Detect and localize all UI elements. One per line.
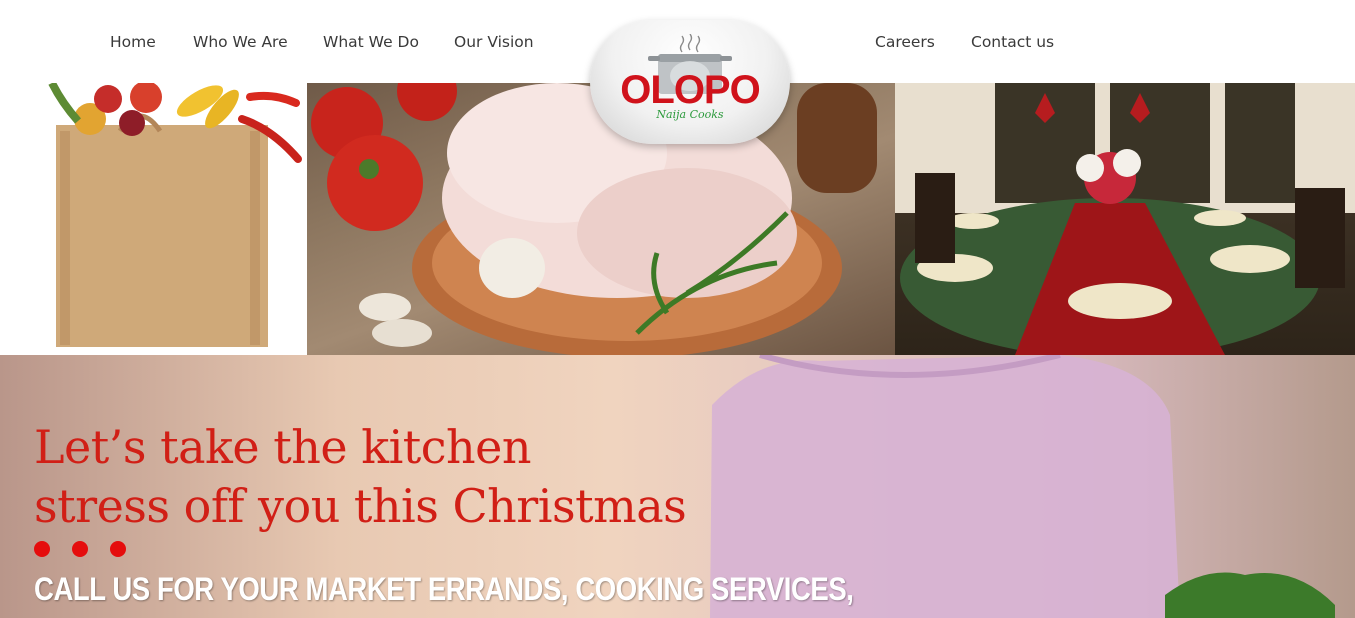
hero-subheadline: CALL US FOR YOUR MARKET ERRANDS, COOKING… — [34, 571, 854, 607]
nav-our-vision[interactable]: Our Vision — [454, 33, 534, 51]
dot-icon — [110, 541, 126, 557]
hero-headline-line-1: Let’s take the kitchen — [34, 420, 532, 474]
dining-table-illustration — [895, 83, 1355, 355]
dot-icon — [72, 541, 88, 557]
hero-banner: Let’s take the kitchen stress off you th… — [0, 355, 1355, 618]
nav-who-we-are[interactable]: Who We Are — [193, 33, 288, 51]
christmas-table-image — [895, 83, 1355, 355]
hero-headline-line-2: stress off you this Christmas — [34, 479, 687, 533]
nav-home[interactable]: Home — [110, 33, 156, 51]
raw-chicken-image — [307, 83, 895, 355]
dot-icon — [34, 541, 50, 557]
nav-what-we-do[interactable]: What We Do — [323, 33, 419, 51]
nav-contact-us[interactable]: Contact us — [971, 33, 1054, 51]
decorative-dots — [34, 541, 148, 557]
logo-tagline: Naija Cooks — [656, 108, 724, 121]
grocery-bag-illustration — [48, 81, 302, 347]
grocery-bag-image — [0, 81, 307, 355]
logo-wordmark: OLOPO — [620, 68, 760, 112]
nav-careers[interactable]: Careers — [875, 33, 935, 51]
olopo-logo[interactable]: OLOPO Naija Cooks — [590, 20, 790, 144]
hero-headline: Let’s take the kitchen stress off you th… — [34, 418, 687, 536]
chicken-board-illustration — [311, 83, 877, 355]
